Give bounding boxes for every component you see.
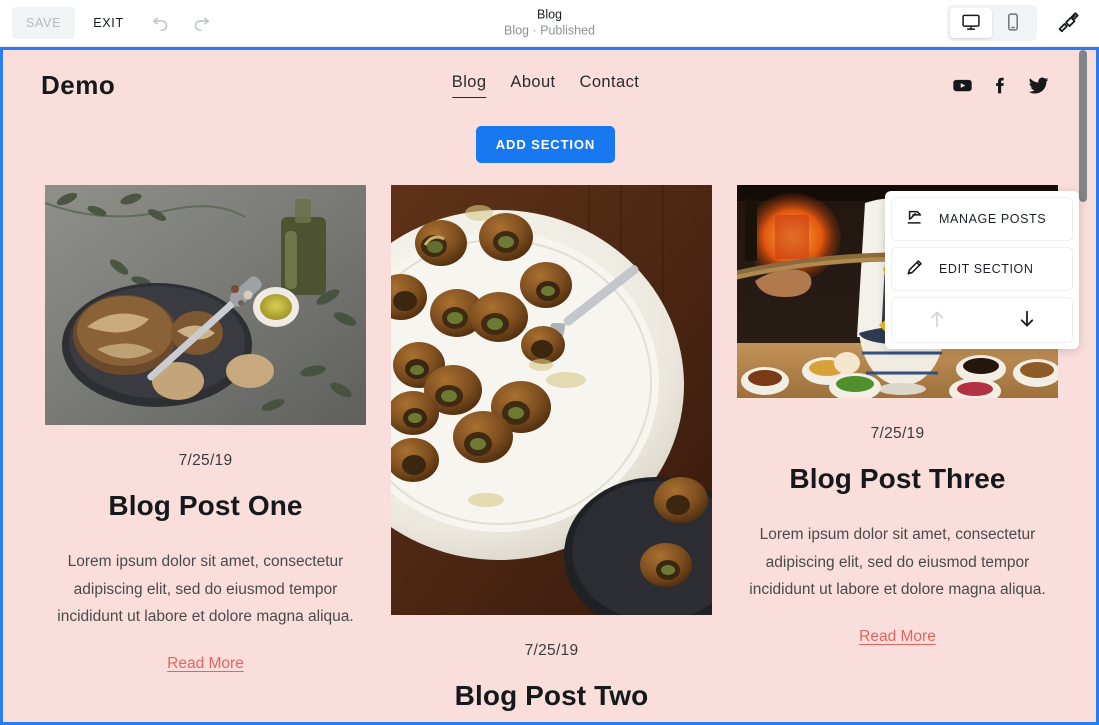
site-page: Demo Blog About Contact ADD SECTION 7/25… bbox=[3, 50, 1088, 722]
nav-item-contact[interactable]: Contact bbox=[580, 73, 640, 97]
site-logo[interactable]: Demo bbox=[41, 70, 115, 101]
youtube-icon[interactable] bbox=[952, 75, 973, 96]
add-section-row: ADD SECTION bbox=[3, 126, 1088, 163]
post-date: 7/25/19 bbox=[178, 452, 233, 469]
manage-posts-icon bbox=[905, 207, 925, 232]
undo-icon bbox=[150, 11, 172, 36]
twitter-icon[interactable] bbox=[1028, 74, 1050, 96]
add-section-button[interactable]: ADD SECTION bbox=[475, 126, 616, 163]
device-toggle[interactable] bbox=[947, 5, 1037, 41]
paintbrush-icon bbox=[1056, 9, 1081, 37]
theme-brush-button[interactable] bbox=[1051, 6, 1085, 40]
pencil-icon bbox=[905, 257, 925, 282]
move-section-down-button[interactable] bbox=[982, 298, 1072, 342]
nav-item-blog[interactable]: Blog bbox=[451, 73, 487, 98]
post-excerpt: Lorem ipsum dolor sit amet, consectetur … bbox=[57, 553, 354, 626]
exit-button[interactable]: EXIT bbox=[77, 7, 140, 39]
site-navigation: Blog About Contact bbox=[451, 73, 640, 98]
mobile-icon bbox=[1003, 12, 1023, 35]
post-title[interactable]: Blog Post Three bbox=[737, 463, 1058, 495]
post-excerpt: Lorem ipsum dolor sit amet, consectetur … bbox=[749, 526, 1046, 599]
manage-posts-button[interactable]: MANAGE POSTS bbox=[891, 197, 1073, 241]
toolbar-left-group: SAVE EXIT bbox=[0, 4, 220, 42]
section-move-controls bbox=[891, 297, 1073, 343]
blog-post-card[interactable]: 7/25/19 Blog Post One Lorem ipsum dolor … bbox=[45, 185, 366, 673]
page-status: Blog · Published bbox=[503, 23, 596, 37]
post-date: 7/25/19 bbox=[870, 425, 925, 442]
device-toggle-mobile[interactable] bbox=[992, 8, 1034, 38]
manage-posts-label: MANAGE POSTS bbox=[939, 212, 1047, 226]
post-date: 7/25/19 bbox=[524, 642, 579, 659]
scrollbar-thumb[interactable] bbox=[1079, 50, 1087, 202]
social-links bbox=[952, 74, 1050, 96]
move-section-up-button[interactable] bbox=[892, 298, 982, 342]
toolbar-right-group bbox=[947, 5, 1099, 41]
nav-item-about[interactable]: About bbox=[510, 73, 555, 97]
arrow-down-icon bbox=[1016, 308, 1038, 333]
post-image-bread[interactable] bbox=[45, 185, 366, 425]
post-title[interactable]: Blog Post One bbox=[45, 490, 366, 522]
redo-icon bbox=[190, 11, 212, 36]
read-more-link[interactable]: Read More bbox=[45, 655, 366, 673]
site-header: Demo Blog About Contact bbox=[3, 50, 1088, 120]
section-context-menu: MANAGE POSTS EDIT SECTION bbox=[885, 191, 1079, 349]
site-preview-canvas[interactable]: Demo Blog About Contact ADD SECTION 7/25… bbox=[0, 47, 1099, 725]
desktop-icon bbox=[961, 12, 981, 35]
blog-post-card[interactable]: 7/25/19 Blog Post Two Lorem ipsum dolor … bbox=[391, 185, 712, 722]
undo-button[interactable] bbox=[142, 4, 180, 42]
page-title-block: Blog Blog · Published bbox=[504, 7, 595, 38]
page-title: Blog bbox=[536, 7, 563, 22]
redo-button[interactable] bbox=[182, 4, 220, 42]
edit-section-label: EDIT SECTION bbox=[939, 262, 1034, 276]
device-toggle-desktop[interactable] bbox=[950, 8, 992, 38]
canvas-scrollbar[interactable] bbox=[1077, 50, 1088, 722]
post-title[interactable]: Blog Post Two bbox=[391, 680, 712, 712]
facebook-icon[interactable] bbox=[990, 75, 1011, 96]
post-image-escargot[interactable] bbox=[391, 185, 712, 615]
save-button[interactable]: SAVE bbox=[12, 7, 76, 39]
editor-toolbar: SAVE EXIT Blog Blog · Published bbox=[0, 0, 1099, 47]
edit-section-button[interactable]: EDIT SECTION bbox=[891, 247, 1073, 291]
arrow-up-icon bbox=[926, 308, 948, 333]
read-more-link[interactable]: Read More bbox=[737, 628, 1058, 646]
